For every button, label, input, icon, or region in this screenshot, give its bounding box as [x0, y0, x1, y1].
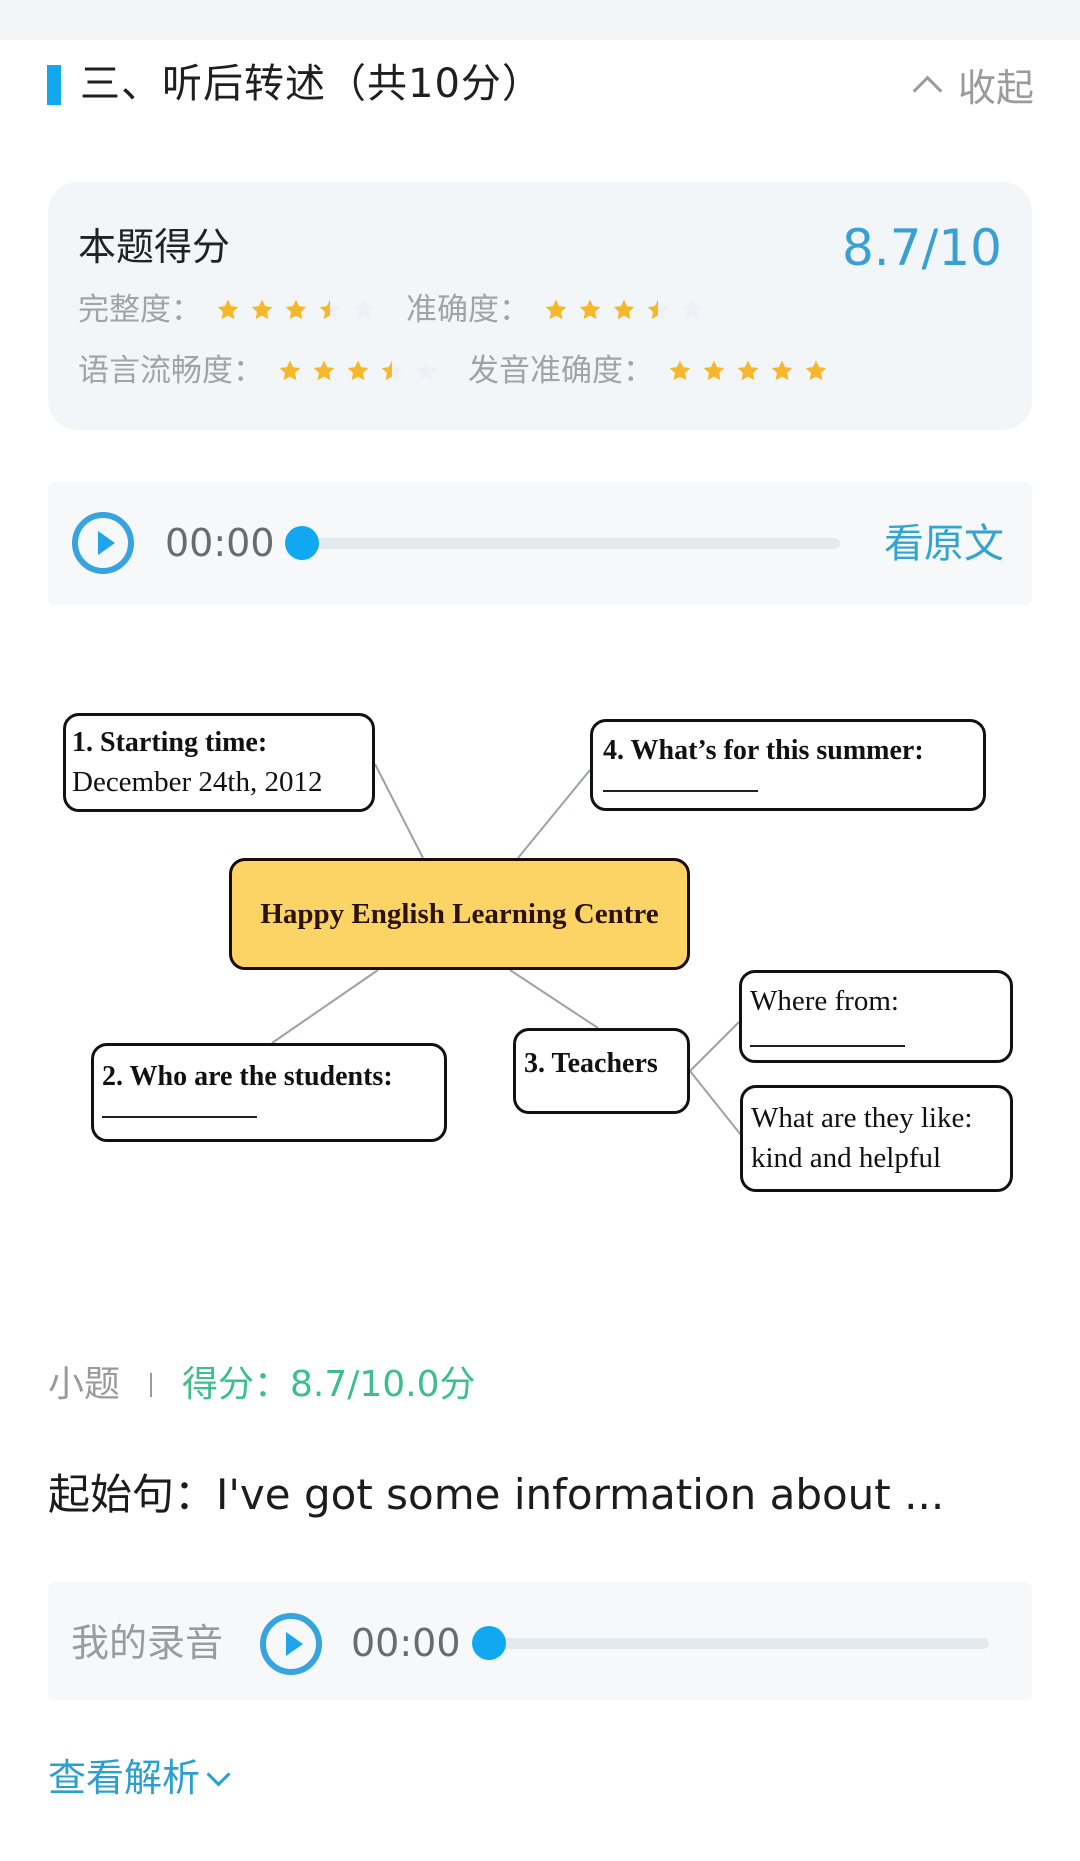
rating-label: 完整度： [78, 292, 202, 328]
star-half-icon [318, 298, 342, 322]
start-sentence: 起始句：I've got some information about ... [48, 1470, 945, 1519]
section-title: 三、听后转述（共10分） [80, 61, 543, 107]
connector-line [689, 1021, 740, 1072]
star-full-icon [702, 359, 726, 383]
star-full-icon [668, 359, 692, 383]
star-empty-icon [414, 359, 438, 383]
connector-line [374, 763, 424, 859]
collapse-button[interactable]: 收起 [912, 58, 1034, 110]
node-title: 4. What’s for this summer: [603, 735, 924, 766]
view-analysis-link[interactable]: 查看解析 [48, 1752, 231, 1804]
star-rating [278, 359, 438, 383]
star-empty-icon [352, 298, 376, 322]
view-original-link[interactable]: 看原文 [884, 518, 1004, 570]
recording-label: 我的录音 [71, 1621, 224, 1665]
divider [150, 1373, 153, 1397]
node-center: Happy English Learning Centre [229, 858, 690, 970]
connector-line [689, 1070, 742, 1136]
star-full-icon [578, 298, 602, 322]
answer-blank [750, 1045, 905, 1047]
score-card: 本题得分 8.7/10 完整度： 准确度： 语言流畅度： 发音准确度： [48, 182, 1032, 430]
total-score: 8.7/10 [842, 219, 1002, 277]
star-empty-icon [680, 298, 704, 322]
star-full-icon [736, 359, 760, 383]
audio-time: 00:00 [165, 521, 275, 565]
play-icon [98, 531, 115, 555]
star-rating [544, 298, 704, 322]
connector-line [509, 969, 599, 1029]
star-half-icon [380, 359, 404, 383]
rating-completeness: 完整度： [78, 288, 406, 332]
rating-pronunciation: 发音准确度： [468, 349, 858, 393]
recording-progress-track[interactable] [489, 1638, 989, 1649]
node-title: What are they like: [751, 1102, 973, 1134]
star-full-icon [278, 359, 302, 383]
node-where-from: Where from: [739, 970, 1013, 1063]
collapse-label: 收起 [957, 65, 1034, 110]
section-accent-bar [47, 65, 61, 105]
top-band [0, 0, 1080, 40]
star-full-icon [284, 298, 308, 322]
star-full-icon [544, 298, 568, 322]
rating-label: 发音准确度： [468, 353, 654, 389]
my-recording-player: 我的录音 00:00 [48, 1582, 1032, 1700]
rating-fluency: 语言流畅度： [78, 349, 468, 393]
rating-row: 语言流畅度： 发音准确度： [78, 349, 858, 393]
node-value: kind and helpful [751, 1142, 942, 1174]
rating-label: 准确度： [406, 292, 530, 328]
audio-progress-track[interactable] [302, 538, 840, 549]
star-full-icon [612, 298, 636, 322]
rating-label: 语言流畅度： [78, 353, 264, 389]
star-full-icon [770, 359, 794, 383]
rating-row: 完整度： 准确度： [78, 288, 734, 332]
connector-line [517, 769, 591, 859]
star-full-icon [804, 359, 828, 383]
node-starting-time: 1. Starting time: December 24th, 2012 [63, 713, 375, 812]
node-what-like: What are they like: kind and helpful [740, 1085, 1013, 1192]
audio-progress-knob[interactable] [285, 526, 319, 560]
node-title: 2. Who are the students: [102, 1061, 393, 1092]
star-full-icon [250, 298, 274, 322]
star-full-icon [216, 298, 240, 322]
node-title: 1. Starting time: [72, 727, 268, 758]
node-teachers: 3. Teachers [513, 1028, 690, 1114]
answer-blank [603, 790, 758, 792]
audio-player: 00:00 看原文 [48, 482, 1032, 605]
star-full-icon [346, 359, 370, 383]
node-title: Where from: [750, 985, 899, 1017]
star-rating [216, 298, 376, 322]
recording-progress-knob[interactable] [472, 1626, 506, 1660]
subquestion-score: 得分：8.7/10.0分 [182, 1364, 476, 1405]
view-analysis-label: 查看解析 [48, 1756, 201, 1800]
subquestion-label: 小题 [48, 1364, 121, 1405]
chevron-down-icon [206, 1761, 231, 1787]
star-half-icon [646, 298, 670, 322]
recording-time: 00:00 [351, 1621, 461, 1665]
star-full-icon [312, 359, 336, 383]
play-icon [286, 1632, 303, 1656]
play-button[interactable] [72, 512, 134, 574]
connector-line [271, 969, 379, 1044]
node-title: 3. Teachers [524, 1048, 658, 1079]
answer-blank [102, 1116, 257, 1118]
recording-play-button[interactable] [260, 1613, 322, 1675]
node-value: December 24th, 2012 [72, 766, 323, 798]
score-card-title: 本题得分 [78, 225, 231, 269]
mindmap-diagram: 1. Starting time: December 24th, 2012 4.… [0, 680, 1080, 1220]
rating-accuracy: 准确度： [406, 288, 734, 332]
subquestion-header: 小题 得分：8.7/10.0分 [48, 1362, 476, 1408]
node-students: 2. Who are the students: [91, 1043, 447, 1142]
chevron-up-icon [912, 75, 943, 105]
node-summer: 4. What’s for this summer: [590, 719, 986, 811]
star-rating [668, 359, 828, 383]
